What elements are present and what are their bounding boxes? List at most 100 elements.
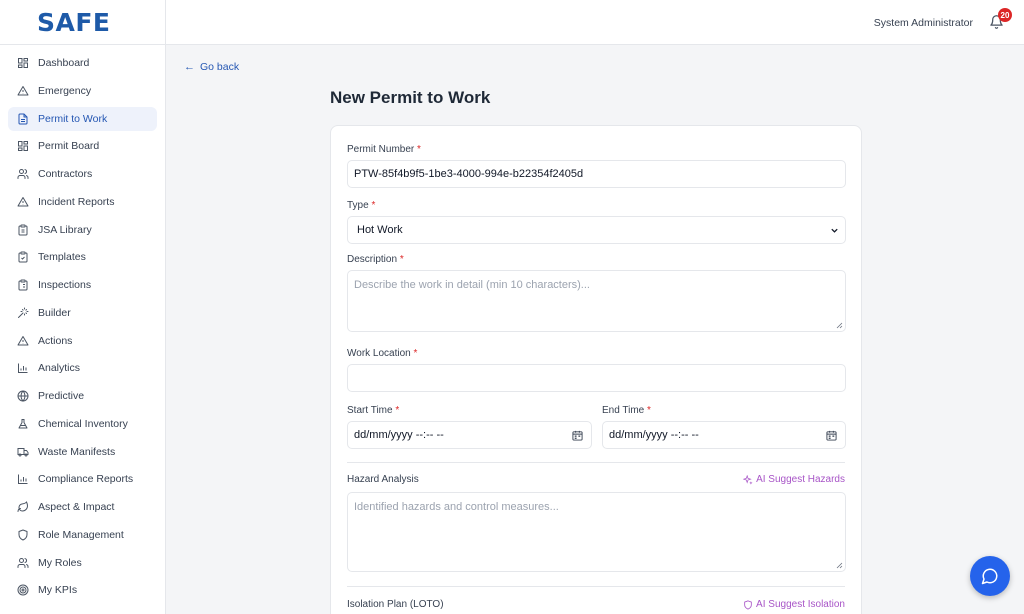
sidebar-item-my-kpis[interactable]: My KPIs <box>8 578 157 602</box>
calendar-icon[interactable] <box>572 430 583 441</box>
hazard-analysis-textarea[interactable]: Identified hazards and control measures.… <box>347 492 846 572</box>
message-circle-icon <box>981 568 998 585</box>
shield-icon <box>16 528 29 541</box>
go-back-link[interactable]: ← Go back <box>184 61 239 73</box>
logo[interactable]: SAFE <box>0 0 165 45</box>
alert-triangle-icon <box>16 84 29 97</box>
required-marker: * <box>417 144 421 155</box>
description-placeholder: Describe the work in detail (min 10 char… <box>354 279 590 291</box>
arrow-left-icon: ← <box>184 61 195 73</box>
go-back-label: Go back <box>200 61 240 73</box>
sidebar-item-compliance-reports[interactable]: Compliance Reports <box>8 467 157 491</box>
sidebar-item-waste-manifests[interactable]: Waste Manifests <box>8 440 157 464</box>
sidebar-item-incident-reports[interactable]: Incident Reports <box>8 190 157 214</box>
ai-suggest-isolation-button[interactable]: AI Suggest Isolation <box>743 599 845 610</box>
sidebar-item-label: Inspections <box>38 279 92 291</box>
sidebar-item-label: Contractors <box>38 168 93 180</box>
sidebar-item-my-roles[interactable]: My Roles <box>8 551 157 575</box>
sidebar-item-predictive[interactable]: Predictive <box>8 384 157 408</box>
sidebar-item-permit-to-work[interactable]: Permit to Work <box>8 106 157 131</box>
clipboard-list-icon <box>16 279 29 292</box>
sidebar-item-label: Permit to Work <box>38 112 108 125</box>
work-location-label-text: Work Location <box>347 348 411 359</box>
sidebar-item-label: Predictive <box>38 390 85 402</box>
required-marker: * <box>371 200 376 211</box>
description-label-text: Description <box>347 254 398 265</box>
calendar-icon[interactable] <box>826 430 837 441</box>
required-marker: * <box>395 405 400 416</box>
target-icon <box>16 584 29 597</box>
sidebar-item-permit-board[interactable]: Permit Board <box>8 134 157 158</box>
type-select-value: Hot Work <box>357 224 403 236</box>
section-divider <box>347 586 845 587</box>
hazard-analysis-label: Hazard Analysis <box>347 474 419 485</box>
bar-chart-icon <box>16 362 29 375</box>
alert-triangle-icon <box>16 195 29 208</box>
end-time-label-text: End Time <box>602 405 645 416</box>
end-time-value: dd/mm/yyyy --:-- -- <box>609 429 699 441</box>
section-divider <box>347 462 845 463</box>
sidebar-item-role-management[interactable]: Role Management <box>8 523 157 547</box>
ai-suggest-hazards-button[interactable]: AI Suggest Hazards <box>743 474 845 485</box>
sidebar-item-templates[interactable]: Templates <box>8 245 157 269</box>
sparkles-icon <box>743 474 753 485</box>
permit-number-input[interactable]: PTW-85f4b9f5-1be3-4000-994e-b22354f2405d <box>347 160 846 188</box>
ai-suggest-hazards-label: AI Suggest Hazards <box>756 474 845 485</box>
clipboard-icon <box>16 223 29 236</box>
users-icon <box>16 168 29 181</box>
truck-icon <box>16 445 29 458</box>
page-title: New Permit to Work <box>330 88 491 107</box>
type-label-text: Type <box>347 200 369 211</box>
hazard-analysis-placeholder: Identified hazards and control measures.… <box>354 501 559 513</box>
sidebar-item-analytics[interactable]: Analytics <box>8 356 157 380</box>
work-location-label: Work Location * <box>347 348 417 359</box>
alert-triangle-icon <box>16 334 29 347</box>
sidebar-item-label: Aspect & Impact <box>38 501 115 513</box>
start-time-label-text: Start Time <box>347 405 393 416</box>
shield-icon <box>744 599 752 610</box>
sidebar-item-label: Incident Reports <box>38 195 115 208</box>
sidebar-item-label: Emergency <box>38 84 92 97</box>
file-icon <box>16 112 29 125</box>
sidebar-item-label: Permit Board <box>38 140 100 153</box>
isolation-plan-label: Isolation Plan (LOTO) <box>347 599 444 610</box>
resize-grip-icon[interactable] <box>836 322 843 329</box>
grid-icon <box>16 140 29 153</box>
sidebar-item-dashboard[interactable]: Dashboard <box>8 51 157 75</box>
bar-chart-icon <box>16 473 29 486</box>
work-location-input[interactable] <box>347 364 846 392</box>
end-time-label: End Time * <box>602 405 651 416</box>
description-textarea[interactable]: Describe the work in detail (min 10 char… <box>347 270 846 332</box>
sidebar-item-label: Waste Manifests <box>38 445 116 458</box>
required-marker: * <box>399 254 404 265</box>
notification-badge: 20 <box>998 8 1012 22</box>
sidebar-item-aspect-impact[interactable]: Aspect & Impact <box>8 495 157 519</box>
type-select[interactable]: Hot Work <box>347 216 846 244</box>
end-time-input[interactable]: dd/mm/yyyy --:-- -- <box>602 421 846 449</box>
clipboard-check-icon <box>16 251 29 264</box>
globe-icon <box>16 390 29 403</box>
sidebar-item-label: Compliance Reports <box>38 473 134 486</box>
start-time-input[interactable]: dd/mm/yyyy --:-- -- <box>347 421 592 449</box>
sidebar: SAFE Dashboard Emergency Permit to Work Per… <box>0 0 166 614</box>
sidebar-item-chemical-inventory[interactable]: Chemical Inventory <box>8 412 157 436</box>
sidebar-item-label: JSA Library <box>38 223 92 236</box>
start-time-value: dd/mm/yyyy --:-- -- <box>354 429 444 441</box>
description-label: Description * <box>347 254 404 265</box>
sidebar-item-builder[interactable]: Builder <box>8 301 157 325</box>
sidebar-item-inspections[interactable]: Inspections <box>8 273 157 297</box>
permit-number-label-text: Permit Number <box>347 144 415 155</box>
sidebar-item-emergency[interactable]: Emergency <box>8 79 157 103</box>
sidebar-item-label: Actions <box>38 334 73 347</box>
chat-button[interactable] <box>970 556 1010 596</box>
user-menu[interactable]: System Administrator <box>874 17 973 29</box>
sidebar-item-contractors[interactable]: Contractors <box>8 162 157 186</box>
permit-form-card: Permit Number * PTW-85f4b9f5-1be3-4000-9… <box>330 125 862 614</box>
resize-grip-icon[interactable] <box>836 562 843 569</box>
grid-icon <box>16 57 29 70</box>
sidebar-item-label: Dashboard <box>38 57 90 69</box>
sidebar-item-jsa-library[interactable]: JSA Library <box>8 218 157 242</box>
sidebar-item-label: Builder <box>38 306 71 319</box>
sidebar-item-actions[interactable]: Actions <box>8 329 157 353</box>
start-time-label: Start Time * <box>347 405 399 416</box>
